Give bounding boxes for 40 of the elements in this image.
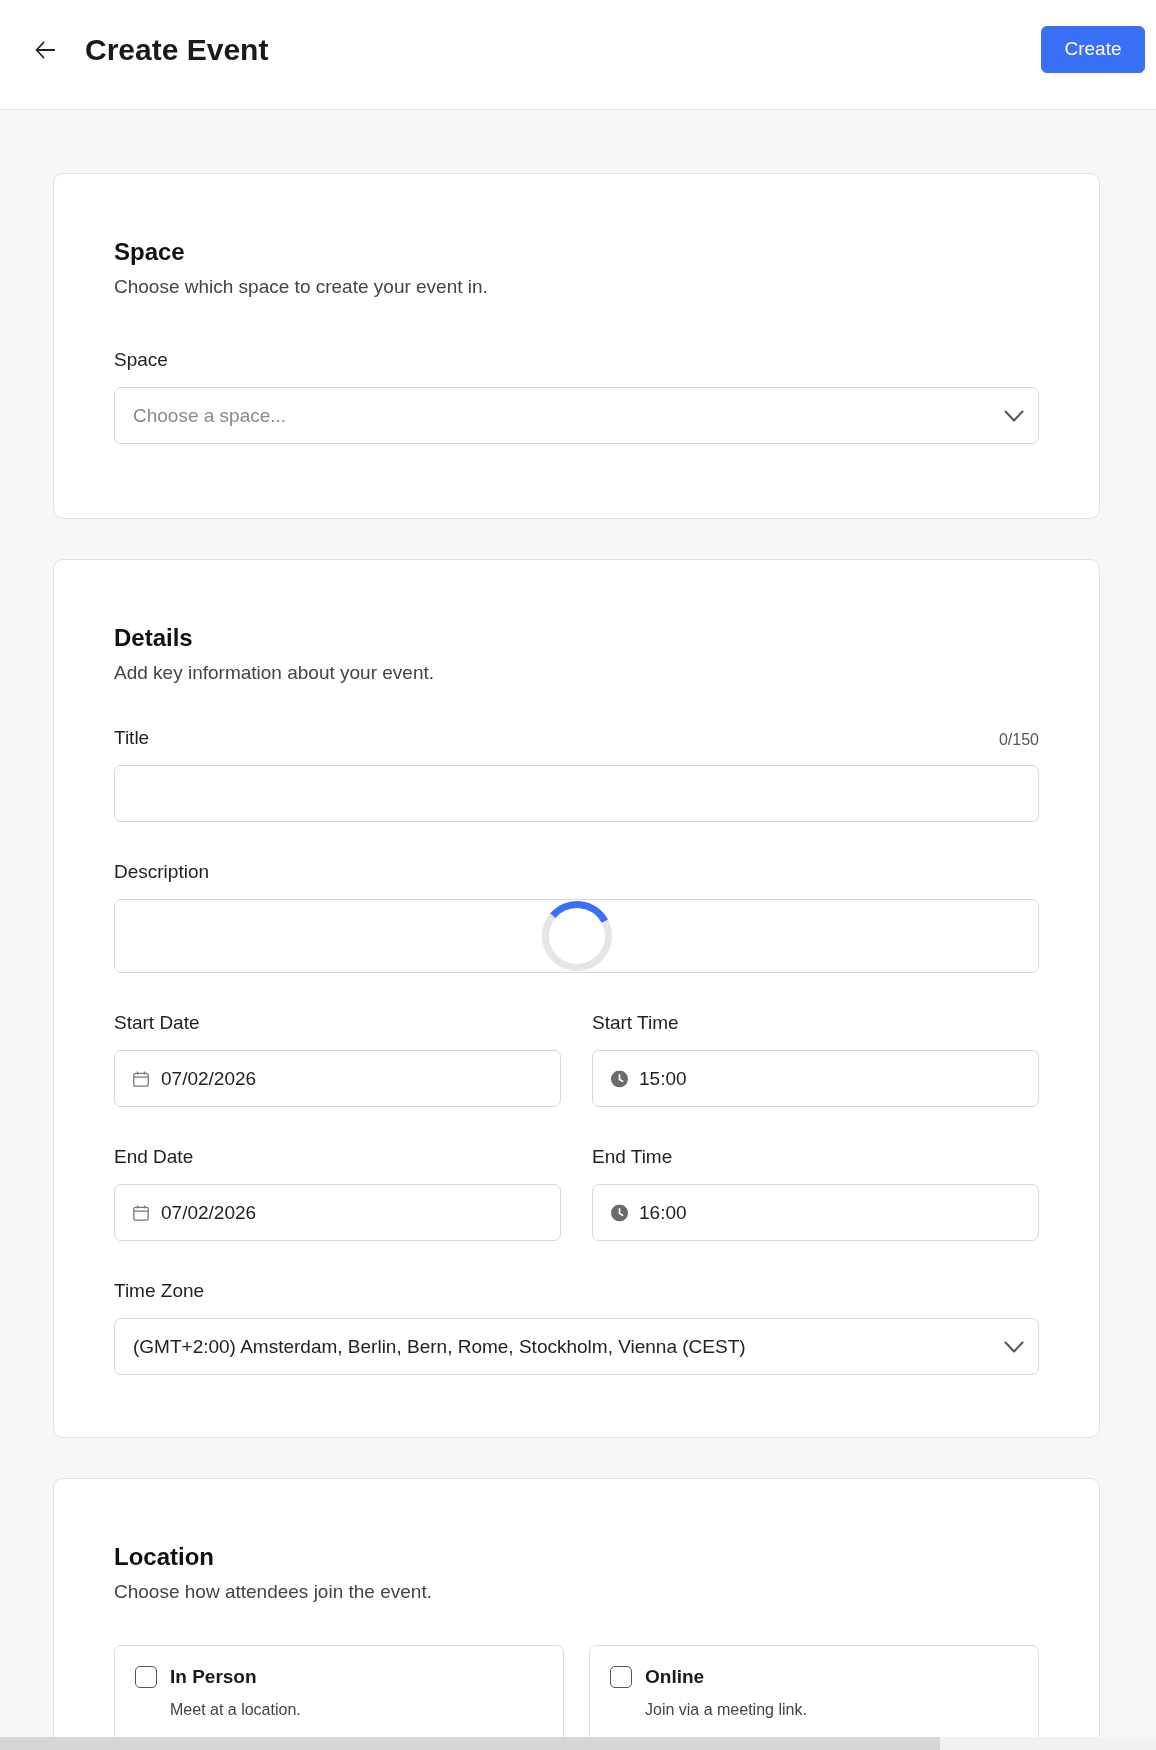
checkbox[interactable]: [610, 1666, 632, 1688]
back-arrow-icon[interactable]: [35, 40, 55, 59]
section-description: Add key information about your event.: [114, 661, 436, 685]
date-field[interactable]: 07/02/2026: [114, 1184, 561, 1241]
option-description: Meet at a location.: [170, 1700, 301, 1720]
option-card[interactable]: In Person Meet at a location.: [114, 1645, 564, 1737]
section-description: Choose how attendees join the event.: [114, 1580, 433, 1604]
time-field[interactable]: 15:00: [592, 1050, 1039, 1107]
section-heading: Details: [114, 623, 194, 653]
field-label: End Time: [592, 1145, 673, 1169]
field-label: Time Zone: [114, 1279, 205, 1303]
page-title: Create Event: [85, 31, 269, 68]
dropdown-field[interactable]: (GMT+2:00) Amsterdam, Berlin, Bern, Rome, Stockholm, Vienna (CEST): [114, 1318, 1039, 1375]
field-label: Description: [114, 860, 210, 884]
field-label: Start Date: [114, 1011, 200, 1035]
option-title: In Person: [170, 1665, 258, 1689]
chevron-down-icon: [1004, 409, 1024, 422]
date-field[interactable]: 07/02/2026: [114, 1050, 561, 1107]
chevron-down-icon: [1004, 1340, 1024, 1353]
dropdown-field[interactable]: Choose a space...: [114, 387, 1039, 444]
time-field[interactable]: 16:00: [592, 1184, 1039, 1241]
field-label: Start Time: [592, 1011, 679, 1035]
field-label: Space: [114, 348, 168, 372]
section-heading: Space: [114, 237, 186, 267]
section-description: Choose which space to create your event in.: [114, 275, 489, 299]
create-button[interactable]: Create: [1041, 26, 1145, 73]
clock-icon: [611, 1070, 628, 1087]
section-heading: Location: [114, 1542, 215, 1572]
checkbox[interactable]: [135, 1666, 157, 1688]
character-counter: 0/150: [998, 730, 1039, 750]
text-input[interactable]: [114, 765, 1039, 822]
scrollbar-thumb[interactable]: [0, 1737, 940, 1750]
calendar-icon: [133, 1204, 149, 1221]
clock-icon: [611, 1204, 628, 1221]
option-description: Join via a meeting link.: [645, 1700, 807, 1720]
calendar-icon: [133, 1070, 149, 1087]
option-title: Online: [645, 1665, 706, 1689]
field-label: End Date: [114, 1145, 194, 1169]
field-label: Title: [114, 726, 150, 750]
option-card[interactable]: Online Join via a meeting link.: [589, 1645, 1039, 1737]
